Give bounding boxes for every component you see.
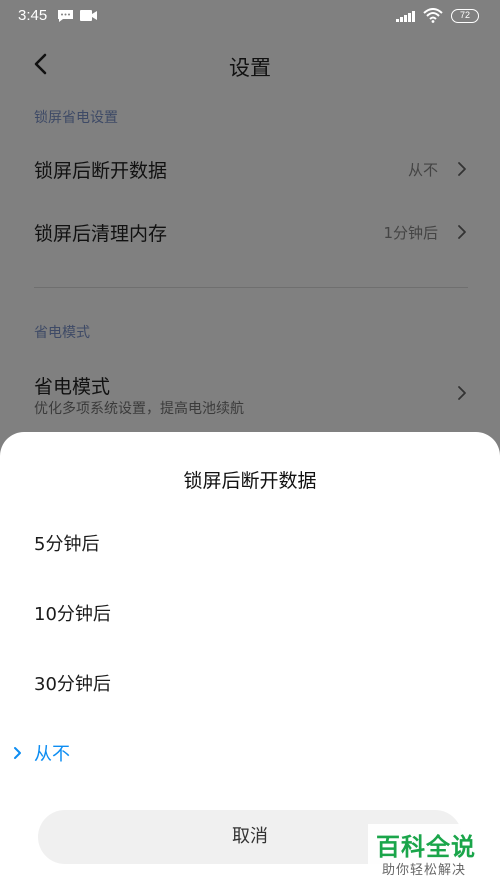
status-bar: 3:45 72 <box>0 0 500 34</box>
option-30-minutes[interactable]: 30分钟后 <box>0 654 500 714</box>
page-title: 设置 <box>229 56 271 80</box>
wifi-icon <box>423 8 443 23</box>
video-icon <box>80 10 97 21</box>
setting-subtitle: 优化多项系统设置，提高电池续航 <box>34 401 244 417</box>
section-label-lockscreen: 锁屏省电设置 <box>34 110 118 126</box>
status-time: 3:45 <box>18 7 48 24</box>
chevron-right-icon <box>458 225 466 239</box>
setting-row-disconnect-data[interactable]: 锁屏后断开数据 从不 <box>0 138 500 200</box>
chevron-right-icon <box>458 386 466 400</box>
option-label: 从不 <box>34 744 70 765</box>
option-bottom-sheet: 锁屏后断开数据 5分钟后 10分钟后 30分钟后 从不 取消 <box>0 432 500 889</box>
setting-label: 省电模式 <box>34 376 111 398</box>
option-label: 30分钟后 <box>34 674 111 695</box>
section-divider <box>34 287 468 288</box>
option-never[interactable]: 从不 <box>0 724 500 784</box>
setting-value: 1分钟后 <box>383 224 438 242</box>
option-10-minutes[interactable]: 10分钟后 <box>0 584 500 644</box>
setting-row-clear-memory[interactable]: 锁屏后清理内存 1分钟后 <box>0 201 500 263</box>
section-label-power-saving: 省电模式 <box>34 325 90 341</box>
option-5-minutes[interactable]: 5分钟后 <box>0 514 500 574</box>
chevron-right-icon <box>458 162 466 176</box>
setting-row-power-saving-mode[interactable]: 省电模式 优化多项系统设置，提高电池续航 <box>0 360 500 430</box>
option-label: 10分钟后 <box>34 604 111 625</box>
sheet-title: 锁屏后断开数据 <box>183 470 317 492</box>
setting-value: 从不 <box>407 161 438 179</box>
setting-label: 锁屏后清理内存 <box>34 223 168 245</box>
signal-icon <box>396 11 415 22</box>
option-label: 5分钟后 <box>34 534 100 555</box>
selected-chevron-icon <box>14 747 21 759</box>
watermark-logo: 百科全说 助你轻松解决 <box>368 824 496 886</box>
setting-label: 锁屏后断开数据 <box>34 160 168 182</box>
watermark-subtitle: 助你轻松解决 <box>382 863 467 878</box>
battery-level: 72 <box>459 10 470 20</box>
message-icon <box>58 10 73 22</box>
watermark-title: 百科全说 <box>376 833 476 861</box>
battery-icon: 72 <box>451 9 479 23</box>
